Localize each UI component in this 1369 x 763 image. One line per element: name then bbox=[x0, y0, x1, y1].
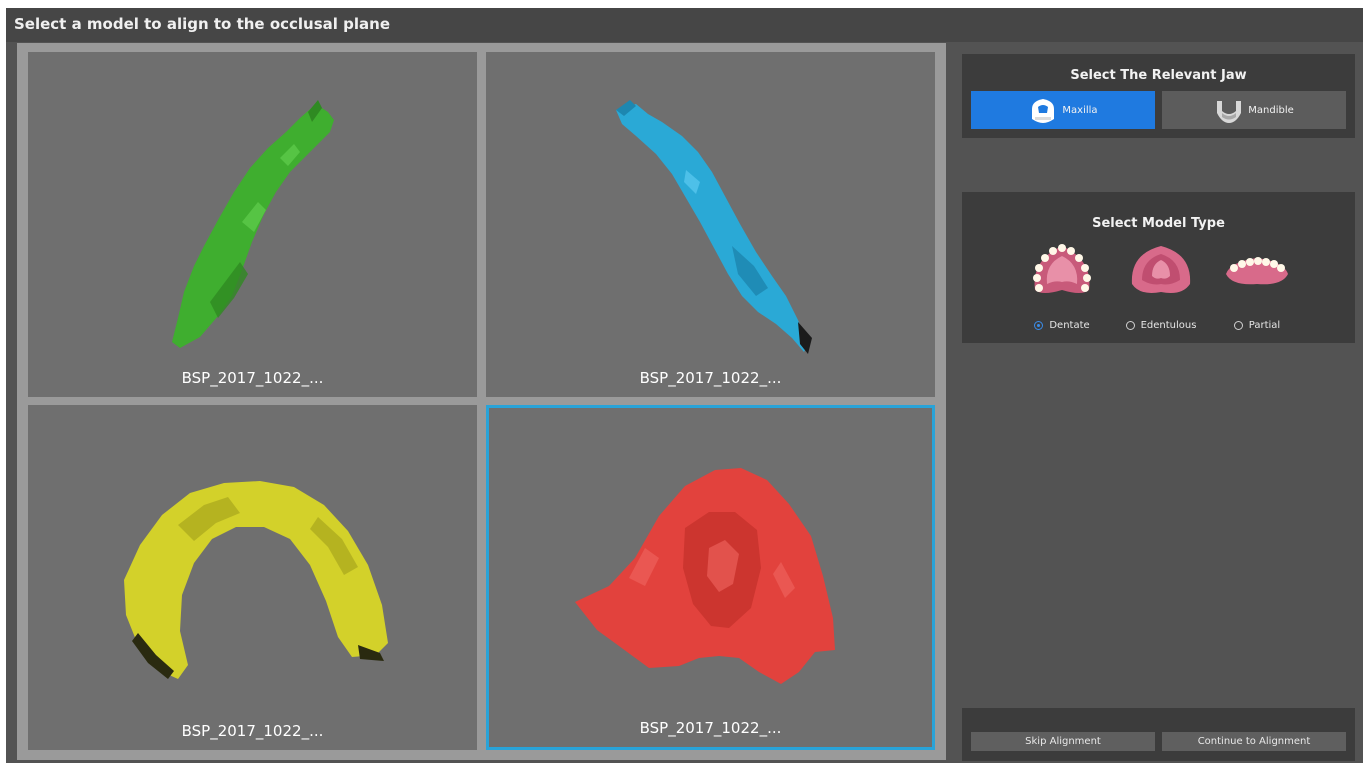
continue-alignment-button[interactable]: Continue to Alignment bbox=[1162, 732, 1346, 751]
mandible-icon bbox=[1217, 101, 1242, 123]
jaw-panel-title: Select The Relevant Jaw bbox=[1070, 68, 1247, 83]
model-tile-2[interactable]: BSP_2017_1022_... bbox=[486, 52, 935, 397]
yellow-model-render bbox=[124, 481, 388, 679]
page-title: Select a model to align to the occlusal … bbox=[14, 15, 390, 33]
edentulous-radio[interactable] bbox=[1125, 321, 1135, 330]
title-bar: Select a model to align to the occlusal … bbox=[6, 8, 1363, 42]
edentulous-radio-row[interactable]: Edentulous bbox=[1111, 320, 1211, 331]
dentate-radio[interactable] bbox=[1034, 321, 1044, 330]
type-option-partial[interactable]: Partial bbox=[1207, 240, 1307, 350]
maxilla-label: Maxilla bbox=[1062, 104, 1098, 116]
model-grid: BSP_2017_1022_... BSP_2017_1022_... BSP_… bbox=[17, 43, 946, 760]
model-tile-3[interactable]: BSP_2017_1022_... bbox=[28, 405, 477, 750]
partial-radio[interactable] bbox=[1233, 321, 1243, 330]
mandible-label: Mandible bbox=[1248, 104, 1294, 116]
type-option-dentate[interactable]: Dentate bbox=[1012, 240, 1112, 350]
model-label: BSP_2017_1022_... bbox=[639, 719, 782, 737]
model-label: BSP_2017_1022_... bbox=[181, 722, 324, 740]
green-model-render bbox=[172, 100, 334, 348]
blue-model-render bbox=[616, 100, 812, 354]
skip-alignment-button[interactable]: Skip Alignment bbox=[971, 732, 1155, 751]
model-label: BSP_2017_1022_... bbox=[639, 369, 782, 387]
edentulous-arch-icon bbox=[1131, 246, 1191, 293]
model-type-panel-title: Select Model Type bbox=[1092, 216, 1225, 231]
partial-label: Partial bbox=[1248, 320, 1281, 331]
dentate-radio-row[interactable]: Dentate bbox=[1012, 320, 1112, 331]
footer-panel: Skip Alignment Continue to Alignment bbox=[962, 708, 1355, 761]
dialog-window: Select a model to align to the occlusal … bbox=[6, 8, 1363, 763]
model-label: BSP_2017_1022_... bbox=[181, 369, 324, 387]
maxilla-button[interactable]: Maxilla bbox=[971, 91, 1155, 129]
type-option-edentulous[interactable]: Edentulous bbox=[1111, 240, 1211, 350]
jaw-panel: Select The Relevant Jaw Maxilla Mandible bbox=[962, 54, 1355, 138]
partial-radio-row[interactable]: Partial bbox=[1207, 320, 1307, 331]
model-type-panel: Select Model Type Dentate Edentulous Par… bbox=[962, 192, 1355, 343]
dentate-label: Dentate bbox=[1049, 320, 1090, 331]
dentate-arch-icon bbox=[1033, 244, 1091, 293]
mandible-button[interactable]: Mandible bbox=[1162, 91, 1346, 129]
model-tile-4[interactable]: BSP_2017_1022_... bbox=[486, 405, 935, 750]
edentulous-label: Edentulous bbox=[1140, 320, 1197, 331]
red-model-render bbox=[575, 468, 835, 684]
maxilla-icon bbox=[1032, 99, 1055, 123]
model-tile-1[interactable]: BSP_2017_1022_... bbox=[28, 52, 477, 397]
partial-arch-icon bbox=[1226, 257, 1288, 285]
